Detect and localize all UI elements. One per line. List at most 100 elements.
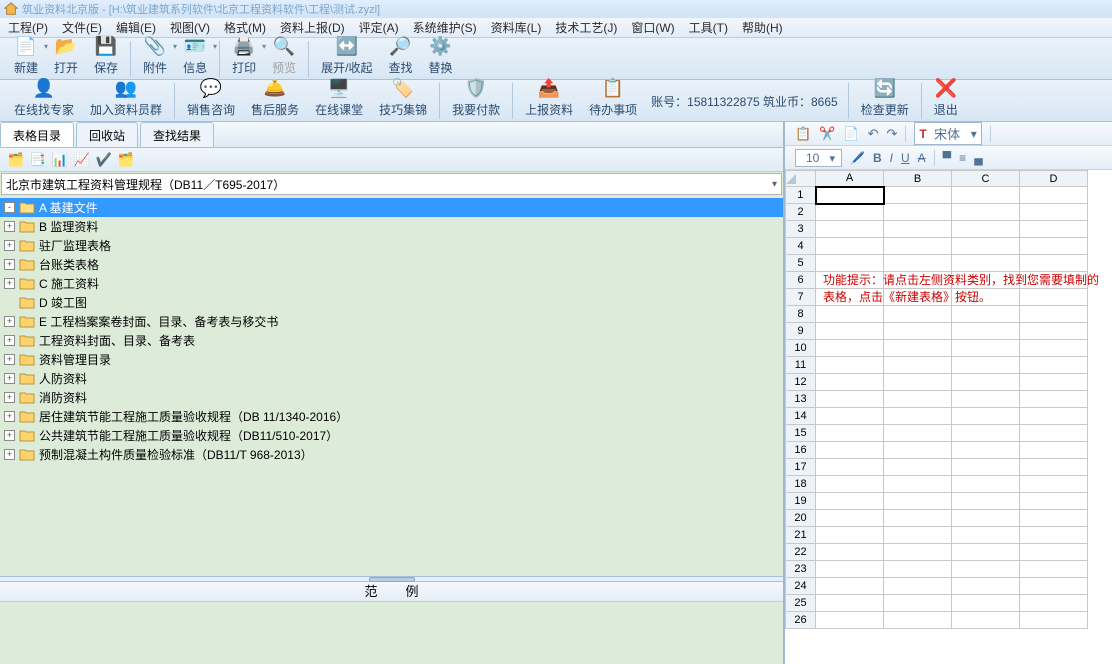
strike-icon[interactable]: A xyxy=(918,151,926,165)
cell[interactable] xyxy=(816,612,884,629)
expand-toggle[interactable]: + xyxy=(4,430,15,441)
cell[interactable] xyxy=(816,306,884,323)
row-header[interactable]: 10 xyxy=(786,340,816,357)
cell[interactable] xyxy=(952,561,1020,578)
cell[interactable] xyxy=(952,374,1020,391)
tree-row[interactable]: -A 基建文件 xyxy=(0,198,783,217)
tree-tool-icon[interactable]: 🗂️ xyxy=(116,151,136,169)
cell[interactable] xyxy=(1020,527,1088,544)
cell[interactable] xyxy=(816,476,884,493)
cell[interactable] xyxy=(952,595,1020,612)
expand-toggle[interactable]: + xyxy=(4,278,15,289)
tree-row[interactable]: +人防资料 xyxy=(0,369,783,388)
cell[interactable] xyxy=(1020,425,1088,442)
exit-button[interactable]: ❌退出 xyxy=(932,74,960,121)
tree-row[interactable]: +台账类表格 xyxy=(0,255,783,274)
expand-toggle[interactable]: + xyxy=(4,354,15,365)
cell[interactable] xyxy=(952,527,1020,544)
row-header[interactable]: 25 xyxy=(786,595,816,612)
cell[interactable] xyxy=(1020,561,1088,578)
cell[interactable] xyxy=(952,340,1020,357)
class-button[interactable]: 🖥️在线课堂 xyxy=(313,74,365,121)
expand-toggle[interactable]: + xyxy=(4,411,15,422)
row-header[interactable]: 20 xyxy=(786,510,816,527)
row-header[interactable]: 18 xyxy=(786,476,816,493)
cell[interactable] xyxy=(952,255,1020,272)
cell[interactable] xyxy=(816,391,884,408)
expand-toggle[interactable]: + xyxy=(4,449,15,460)
col-header[interactable]: C xyxy=(952,171,1020,187)
underline-icon[interactable]: U xyxy=(901,151,910,165)
cell[interactable] xyxy=(884,238,952,255)
expand-toggle[interactable]: + xyxy=(4,335,15,346)
spreadsheet-grid[interactable]: ABCD123456789101112131415161718192021222… xyxy=(785,170,1112,664)
cell[interactable] xyxy=(884,323,952,340)
tree-row[interactable]: +资料管理目录 xyxy=(0,350,783,369)
redo-icon[interactable]: ↷ xyxy=(886,126,897,142)
cell[interactable] xyxy=(884,493,952,510)
cell[interactable] xyxy=(952,510,1020,527)
tips-button[interactable]: 🏷️技巧集锦 xyxy=(377,74,429,121)
cell[interactable] xyxy=(816,340,884,357)
cell[interactable] xyxy=(884,561,952,578)
cell[interactable] xyxy=(952,459,1020,476)
cell[interactable] xyxy=(884,391,952,408)
expand-toggle[interactable]: + xyxy=(4,259,15,270)
menu-item[interactable]: 窗口(W) xyxy=(631,19,674,36)
cell[interactable] xyxy=(1020,510,1088,527)
font-selector[interactable]: T 宋体 ▾ xyxy=(914,122,981,145)
cell[interactable] xyxy=(952,187,1020,204)
aftersale-button[interactable]: 🛎️售后服务 xyxy=(249,74,301,121)
row-header[interactable]: 11 xyxy=(786,357,816,374)
expand-toggle[interactable]: + xyxy=(4,240,15,251)
cell[interactable] xyxy=(1020,204,1088,221)
cell[interactable] xyxy=(952,408,1020,425)
save-button[interactable]: 💾保存 xyxy=(92,32,120,79)
cell[interactable] xyxy=(816,204,884,221)
tree-tool-icon[interactable]: 📊 xyxy=(50,151,70,169)
grid-corner[interactable] xyxy=(786,171,816,187)
tree-tool-icon[interactable]: 📑 xyxy=(28,151,48,169)
cell[interactable] xyxy=(952,238,1020,255)
row-header[interactable]: 26 xyxy=(786,612,816,629)
cell[interactable] xyxy=(816,357,884,374)
cell[interactable] xyxy=(1020,323,1088,340)
tree-tool-icon[interactable]: ✔️ xyxy=(94,151,114,169)
tree-row[interactable]: +工程资料封面、目录、备考表 xyxy=(0,331,783,350)
tab-1[interactable]: 回收站 xyxy=(76,122,138,147)
cell[interactable] xyxy=(884,578,952,595)
row-header[interactable]: 15 xyxy=(786,425,816,442)
tree-tool-icon[interactable]: 🗂️ xyxy=(6,151,26,169)
cell[interactable] xyxy=(1020,476,1088,493)
align-top-icon[interactable]: ▀ xyxy=(943,151,952,165)
cell[interactable] xyxy=(884,544,952,561)
expert-button[interactable]: 👤在线找专家 xyxy=(12,74,76,121)
preview-button[interactable]: 🔍预览 xyxy=(270,32,298,79)
row-header[interactable]: 22 xyxy=(786,544,816,561)
cell[interactable] xyxy=(952,357,1020,374)
tree-view[interactable]: -A 基建文件+B 监理资料+驻厂监理表格+台账类表格+C 施工资料D 竣工图+… xyxy=(0,196,783,576)
expand-toggle[interactable]: + xyxy=(4,221,15,232)
menu-item[interactable]: 帮助(H) xyxy=(742,19,783,36)
menu-item[interactable]: 技术工艺(J) xyxy=(555,19,617,36)
tree-row[interactable]: +消防资料 xyxy=(0,388,783,407)
row-header[interactable]: 5 xyxy=(786,255,816,272)
undo-icon[interactable]: ↶ xyxy=(868,126,879,142)
print-button[interactable]: 🖨️打印 xyxy=(230,32,258,79)
tree-row[interactable]: D 竣工图 xyxy=(0,293,783,312)
row-header[interactable]: 3 xyxy=(786,221,816,238)
expand-toggle[interactable]: + xyxy=(4,316,15,327)
cell[interactable] xyxy=(1020,442,1088,459)
cell[interactable] xyxy=(884,442,952,459)
expand-button[interactable]: ↔️展开/收起 xyxy=(319,32,374,79)
pay-button[interactable]: 🛡️我要付款 xyxy=(450,74,502,121)
cut-icon[interactable]: ✂️ xyxy=(819,126,835,142)
tree-row[interactable]: +B 监理资料 xyxy=(0,217,783,236)
expand-toggle[interactable]: + xyxy=(4,392,15,403)
font-color-icon[interactable]: 🖊️ xyxy=(850,151,865,165)
row-header[interactable]: 6 xyxy=(786,272,816,289)
row-header[interactable]: 16 xyxy=(786,442,816,459)
new-button[interactable]: 📄新建 xyxy=(12,32,40,79)
cell[interactable] xyxy=(1020,374,1088,391)
cell[interactable] xyxy=(816,323,884,340)
